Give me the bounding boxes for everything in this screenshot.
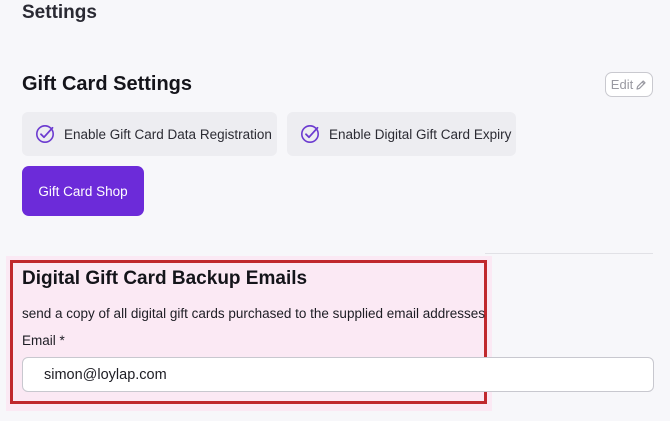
check-circle-icon [301,125,319,143]
pencil-icon [636,79,646,90]
backup-emails-title: Digital Gift Card Backup Emails [22,268,308,289]
email-input[interactable] [22,357,654,392]
edit-label: Edit [610,77,634,92]
settings-page: Settings Gift Card Settings Edit Enable … [0,0,670,421]
backup-emails-description: send a copy of all digital gift cards pu… [22,306,486,321]
page-title: Settings [22,2,97,23]
section-divider [485,253,653,254]
option-gift-card-data-registration[interactable]: Enable Gift Card Data Registration [22,112,277,156]
gift-card-shop-button[interactable]: Gift Card Shop [22,166,144,216]
check-circle-icon [36,125,54,143]
option-digital-gift-card-expiry[interactable]: Enable Digital Gift Card Expiry [287,112,516,156]
edit-button[interactable]: Edit [605,72,653,97]
option-label: Enable Gift Card Data Registration [64,126,272,142]
gift-card-settings-title: Gift Card Settings [22,73,193,95]
option-label: Enable Digital Gift Card Expiry [329,126,512,142]
email-label: Email * [22,333,65,348]
